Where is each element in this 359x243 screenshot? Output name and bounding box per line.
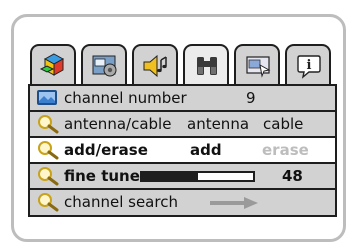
tab-screen[interactable] — [234, 44, 280, 84]
binoculars-icon — [197, 57, 217, 75]
fine-tune-label: fine tune — [64, 167, 140, 185]
cable-option[interactable]: cable — [263, 115, 303, 133]
fine-tune-slider-fill — [142, 173, 198, 180]
channel-number-row[interactable]: channel number 9 — [30, 86, 335, 112]
magnifier-icon — [38, 193, 59, 212]
channel-search-row[interactable]: channel search — [30, 190, 335, 216]
svg-text:i: i — [307, 58, 312, 73]
magnifier-icon — [38, 115, 59, 134]
settings-panel-icon — [92, 55, 117, 77]
fine-tune-slider[interactable] — [140, 171, 255, 182]
menu-tabs: i — [28, 44, 337, 87]
tab-color[interactable] — [30, 44, 76, 84]
antenna-cable-label: antenna/cable — [64, 115, 172, 133]
info-icon: i — [297, 55, 321, 79]
channel-menu: channel number 9 antenna/cable antenna c… — [28, 84, 337, 217]
magnifier-icon — [38, 167, 59, 186]
fine-tune-value: 48 — [282, 167, 303, 185]
tab-channel[interactable] — [183, 44, 229, 87]
tab-info[interactable]: i — [285, 44, 331, 84]
tv-screen-icon — [37, 90, 57, 105]
antenna-option[interactable]: antenna — [187, 115, 249, 133]
channel-search-label: channel search — [64, 193, 178, 211]
channel-number-value: 9 — [246, 89, 256, 107]
color-blocks-icon — [39, 53, 65, 76]
magnifier-icon — [38, 141, 59, 160]
fine-tune-row[interactable]: fine tune 48 — [30, 164, 335, 190]
tab-settings[interactable] — [81, 44, 127, 84]
right-arrow-icon[interactable] — [210, 196, 260, 210]
add-erase-row[interactable]: add/erase add erase — [30, 138, 335, 164]
add-option[interactable]: add — [190, 141, 222, 159]
erase-option[interactable]: erase — [262, 141, 309, 159]
speaker-music-icon — [143, 54, 167, 78]
screen-window-icon — [246, 56, 271, 78]
antenna-cable-row[interactable]: antenna/cable antenna cable — [30, 112, 335, 138]
add-erase-label: add/erase — [64, 141, 148, 159]
tab-sound[interactable] — [132, 44, 178, 84]
channel-number-label: channel number — [64, 89, 187, 107]
